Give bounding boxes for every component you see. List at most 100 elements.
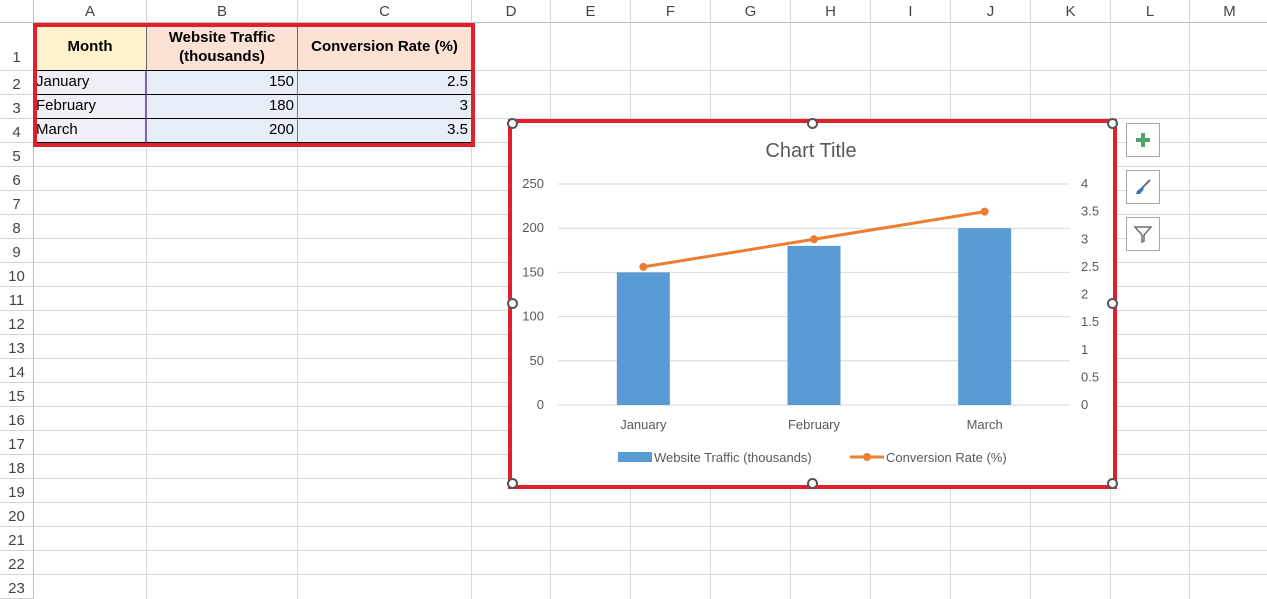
chart-elements-button[interactable]: [1126, 123, 1160, 157]
brush-icon: [1136, 179, 1151, 194]
row-header[interactable]: 17: [0, 431, 34, 455]
line-point-conversion-rate: [980, 207, 989, 216]
plus-icon: [1136, 133, 1150, 147]
y-left-tick-label: 100: [522, 309, 544, 324]
legend-marker-conversion-rate: [863, 453, 871, 461]
y-left-tick-label: 250: [522, 176, 544, 191]
y-right-tick-label: 1.5: [1081, 314, 1099, 329]
legend-label-conversion-rate: Conversion Rate (%): [886, 450, 1007, 465]
select-all-corner[interactable]: [0, 0, 34, 23]
resize-handle-top-left[interactable]: [507, 118, 518, 129]
y-right-tick-label: 2: [1081, 287, 1088, 302]
table-cell[interactable]: February: [34, 95, 147, 119]
spreadsheet: ABCDEFGHIJKLM 1 2 3 4 5 6 7 8 9 10 11 12 13 14 15 16 17 1…: [0, 0, 1267, 599]
row-header[interactable]: 11: [0, 287, 34, 311]
column-header[interactable]: A: [34, 0, 147, 23]
table-header-cell[interactable]: Month: [34, 23, 147, 71]
combo-chart[interactable]: Chart Title 0 50 100 150 200 250 0 0.5 1 1.5 2 2.5 3 3…: [512, 123, 1113, 485]
row-header[interactable]: 16: [0, 407, 34, 431]
column-header[interactable]: D: [472, 0, 551, 23]
resize-handle-right[interactable]: [1107, 298, 1118, 309]
column-header[interactable]: E: [551, 0, 631, 23]
y-right-tick-label: 4: [1081, 176, 1088, 191]
row-header[interactable]: 12: [0, 311, 34, 335]
y-left-tick-label: 0: [537, 397, 544, 412]
table-cell[interactable]: January: [34, 71, 147, 95]
row-header[interactable]: 18: [0, 455, 34, 479]
row-header[interactable]: 10: [0, 263, 34, 287]
resize-handle-top-right[interactable]: [1107, 118, 1118, 129]
row-header[interactable]: 3: [0, 95, 34, 119]
row-header[interactable]: 9: [0, 239, 34, 263]
y-left-tick-label: 150: [522, 264, 544, 279]
y-right-tick-label: 0: [1081, 397, 1088, 412]
y-left-tick-label: 50: [530, 353, 544, 368]
column-header[interactable]: H: [791, 0, 871, 23]
y-right-tick-label: 3.5: [1081, 204, 1099, 219]
row-header[interactable]: 8: [0, 215, 34, 239]
resize-handle-top[interactable]: [807, 118, 818, 129]
bar-website-traffic: [958, 228, 1012, 405]
column-header[interactable]: L: [1111, 0, 1190, 23]
grid-row-line: [34, 574, 1267, 575]
resize-handle-bottom[interactable]: [807, 478, 818, 489]
grid-column-line: [1189, 23, 1190, 599]
column-header[interactable]: F: [631, 0, 711, 23]
x-category-label: February: [788, 417, 841, 432]
grid-row-line: [34, 550, 1267, 551]
column-header[interactable]: B: [147, 0, 298, 23]
row-header[interactable]: 15: [0, 383, 34, 407]
row-header[interactable]: 21: [0, 527, 34, 551]
bar-website-traffic: [616, 272, 670, 405]
chart-area[interactable]: Chart Title 0 50 100 150 200 250 0 0.5 1 1.5 2 2.5 3 3…: [512, 123, 1113, 485]
bar-website-traffic: [787, 245, 841, 405]
row-header[interactable]: 19: [0, 479, 34, 503]
line-point-conversion-rate: [639, 262, 648, 271]
row-header[interactable]: 13: [0, 335, 34, 359]
grid-row-line: [34, 502, 1267, 503]
x-category-label: January: [620, 417, 667, 432]
line-point-conversion-rate: [810, 235, 818, 244]
y-right-tick-label: 0.5: [1081, 369, 1099, 384]
resize-handle-bottom-right[interactable]: [1107, 478, 1118, 489]
y-right-tick-label: 1: [1081, 342, 1088, 357]
y-right-tick-label: 3: [1081, 231, 1088, 246]
column-header[interactable]: K: [1031, 0, 1111, 23]
x-category-label: March: [967, 417, 1003, 432]
column-header[interactable]: J: [951, 0, 1031, 23]
row-header[interactable]: 14: [0, 359, 34, 383]
row-header[interactable]: 5: [0, 143, 34, 167]
y-left-tick-label: 200: [522, 220, 544, 235]
table-cell[interactable]: 180: [147, 95, 298, 119]
y-right-tick-label: 2.5: [1081, 259, 1099, 274]
row-header[interactable]: 2: [0, 71, 34, 95]
grid-row-line: [34, 526, 1267, 527]
table-cell[interactable]: 2.5: [298, 71, 472, 95]
chart-filters-button[interactable]: [1126, 217, 1160, 251]
table-cell[interactable]: 3: [298, 95, 472, 119]
table-cell[interactable]: 150: [147, 71, 298, 95]
row-header[interactable]: 20: [0, 503, 34, 527]
chart-title: Chart Title: [765, 140, 856, 162]
funnel-icon: [1133, 226, 1153, 244]
table-cell[interactable]: 200: [147, 119, 298, 143]
row-header[interactable]: 23: [0, 575, 34, 599]
row-header[interactable]: 7: [0, 191, 34, 215]
row-header[interactable]: 6: [0, 167, 34, 191]
table-cell[interactable]: March: [34, 119, 147, 143]
column-header[interactable]: I: [871, 0, 951, 23]
column-header[interactable]: C: [298, 0, 472, 23]
chart-styles-button[interactable]: [1126, 170, 1160, 204]
resize-handle-left[interactable]: [507, 298, 518, 309]
row-header[interactable]: 4: [0, 119, 34, 143]
legend-label-website-traffic: Website Traffic (thousands): [654, 450, 812, 465]
row-header[interactable]: 22: [0, 551, 34, 575]
resize-handle-bottom-left[interactable]: [507, 478, 518, 489]
table-header-cell[interactable]: Website Traffic (thousands): [147, 23, 298, 71]
legend-swatch-website-traffic: [618, 452, 652, 462]
table-cell[interactable]: 3.5: [298, 119, 472, 143]
column-header[interactable]: G: [711, 0, 791, 23]
table-header-cell[interactable]: Conversion Rate (%): [298, 23, 472, 71]
row-header[interactable]: 1: [0, 23, 34, 71]
column-header[interactable]: M: [1190, 0, 1267, 23]
